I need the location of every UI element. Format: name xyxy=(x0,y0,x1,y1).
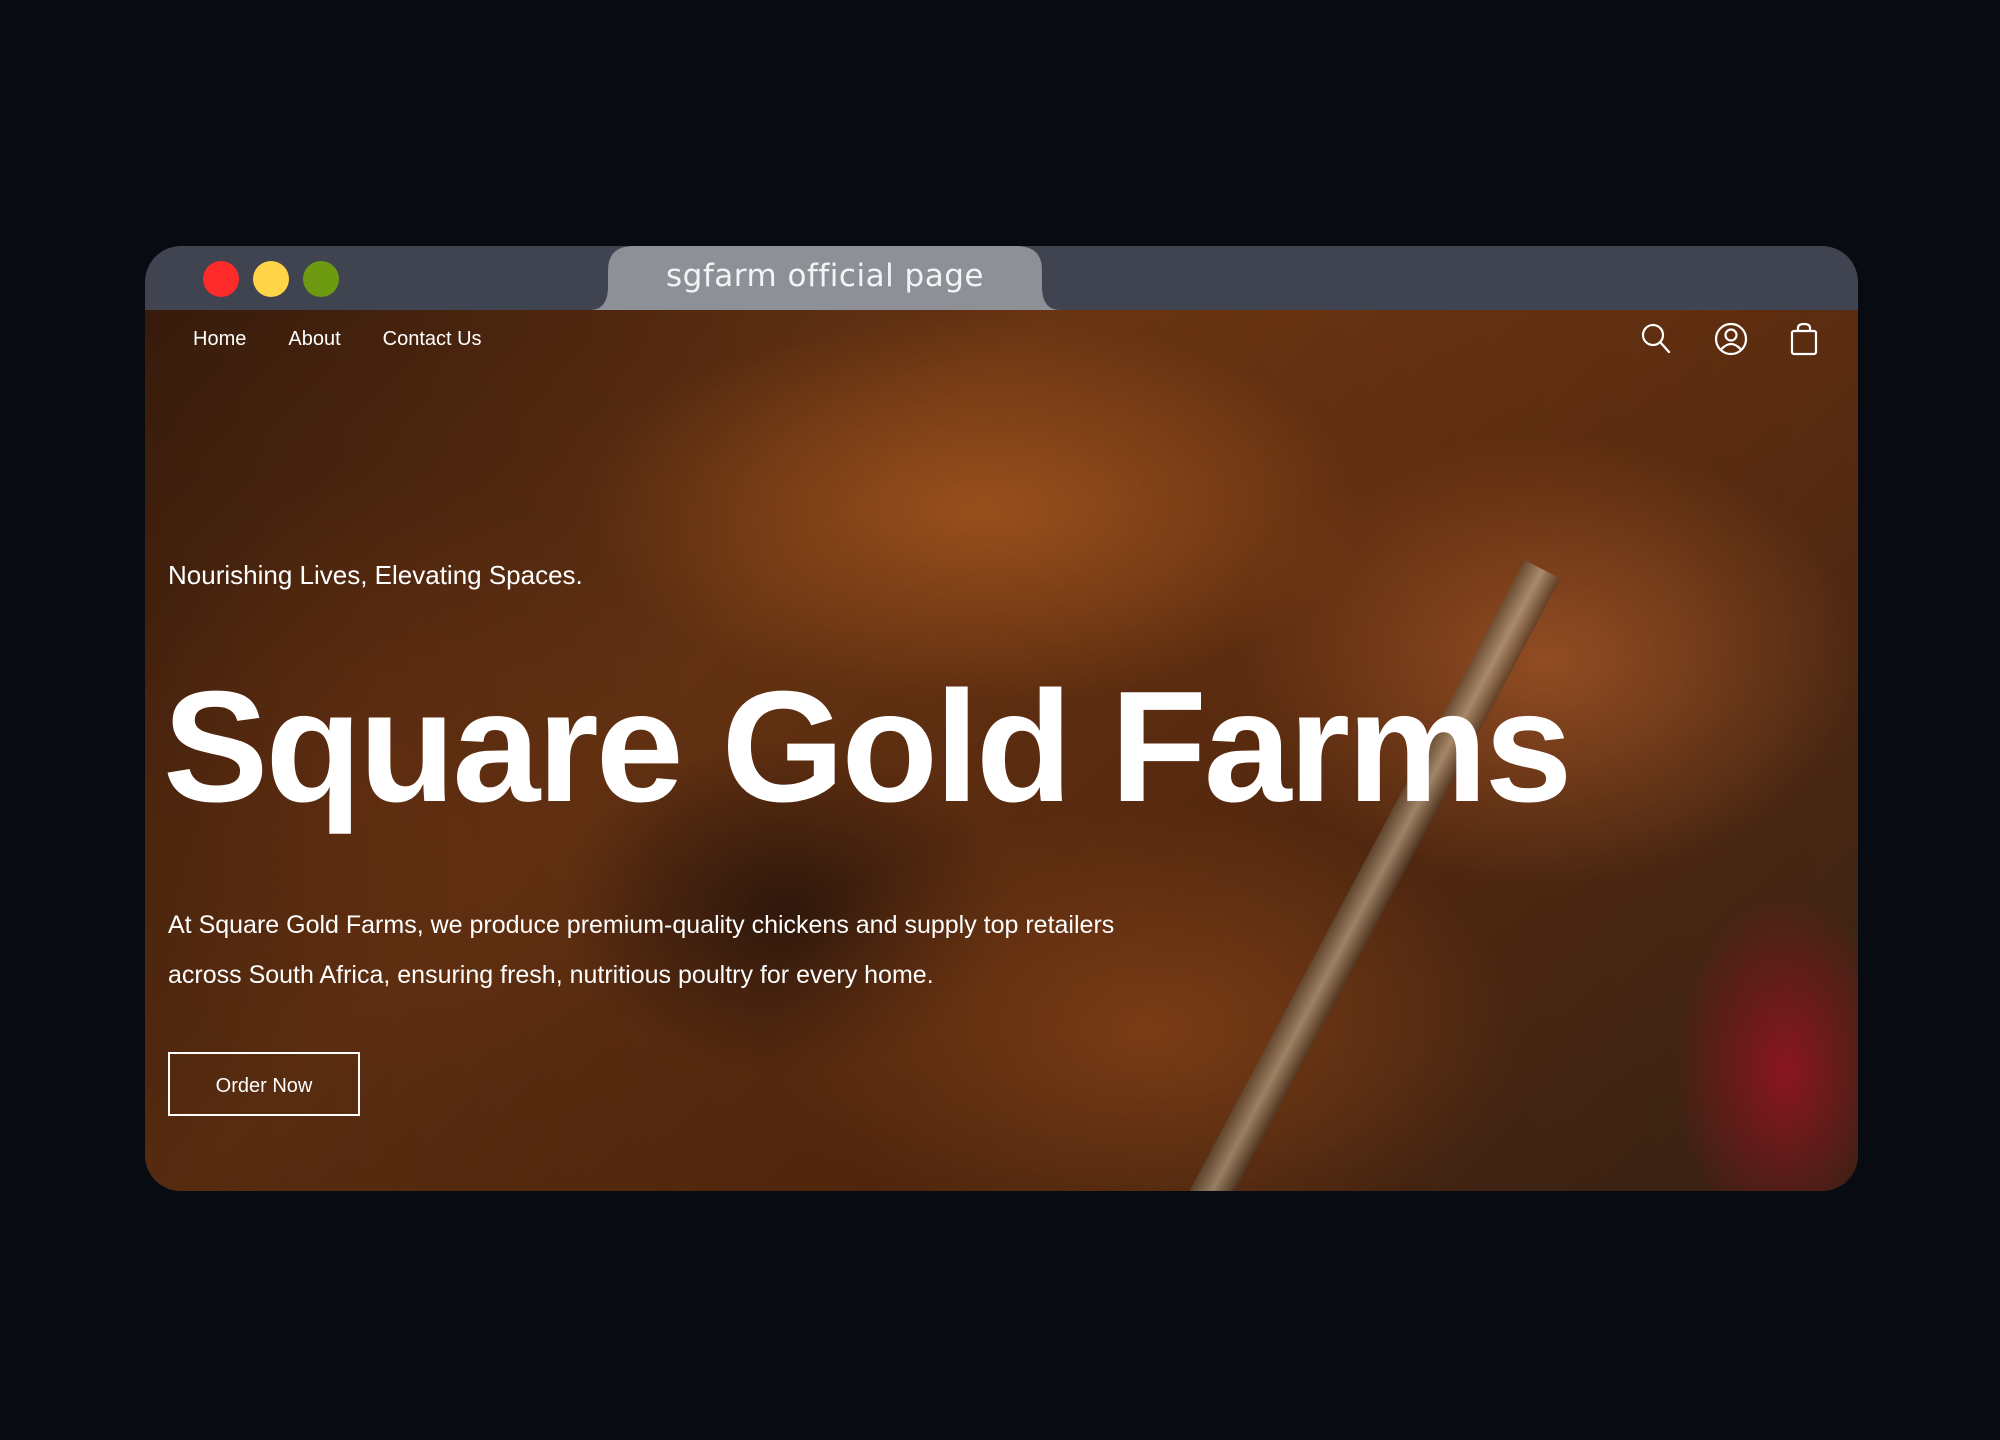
order-now-button[interactable]: Order Now xyxy=(168,1052,360,1116)
hero-description: At Square Gold Farms, we produce premium… xyxy=(168,911,1115,989)
nav-link-about[interactable]: About xyxy=(288,328,340,351)
nav-link-home[interactable]: Home xyxy=(193,328,246,351)
hero-headline: Square Gold Farms xyxy=(163,659,1572,835)
browser-tab[interactable]: sgfarm official page xyxy=(590,246,1060,310)
hero-tagline: Nourishing Lives, Elevating Spaces. xyxy=(168,560,583,590)
main-nav: Home About Contact Us xyxy=(193,328,482,351)
nav-link-contact-us[interactable]: Contact Us xyxy=(383,328,482,351)
maximize-window-button[interactable] xyxy=(303,261,339,297)
title-bar: sgfarm official page xyxy=(145,246,1858,310)
search-icon[interactable] xyxy=(1640,322,1672,356)
close-window-button[interactable] xyxy=(203,261,239,297)
minimize-window-button[interactable] xyxy=(253,261,289,297)
header-icons xyxy=(1640,322,1820,356)
account-icon[interactable] xyxy=(1714,322,1748,356)
shopping-bag-icon[interactable] xyxy=(1788,322,1820,356)
hero-section: Home About Contact Us Nourishing Lives, … xyxy=(145,310,1858,1191)
browser-window: sgfarm official page Home About Contact … xyxy=(145,246,1858,1191)
tab-title: sgfarm official page xyxy=(666,258,984,294)
